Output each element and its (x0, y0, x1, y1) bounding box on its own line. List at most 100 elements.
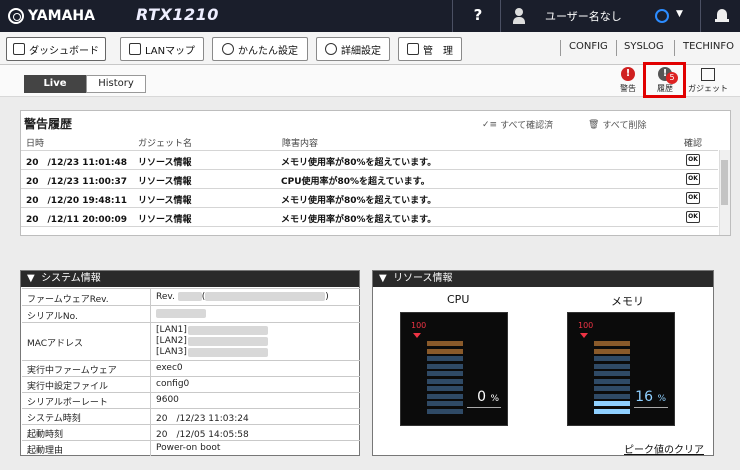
system-row: シリアルボーレート 9600 (22, 392, 360, 408)
system-row: 実行中ファームウェア exec0 (22, 360, 360, 376)
warning-label: 警告 (620, 84, 636, 93)
cpu-value-underline (467, 407, 501, 408)
tab-easy-setup[interactable]: かんたん設定 (212, 37, 308, 61)
gauge-segment (594, 356, 630, 361)
alert-gadget: リソース情報 (138, 177, 192, 187)
gadget-icon (701, 68, 715, 81)
system-row-label: MACアドレス (27, 339, 84, 349)
alert-date: 20 /12/11 20:00:09 (26, 215, 128, 225)
alert-gadget: リソース情報 (138, 158, 192, 168)
system-row-value: exec0 (156, 363, 183, 373)
confirm-ok-button[interactable]: OK (686, 211, 700, 223)
alert-message: メモリ使用率が80%を超えています。 (281, 196, 437, 206)
gauge-segment (427, 348, 463, 354)
alert-message: CPU使用率が80%を超えています。 (281, 177, 430, 187)
help-button[interactable]: ? (466, 6, 490, 26)
gauge-segment (427, 393, 463, 399)
system-row: ファームウェアRev. Rev. () (22, 288, 360, 305)
column-header-confirm: 確認 (684, 139, 703, 149)
system-row-label: システム時刻 (27, 414, 81, 424)
gauge-segment (427, 401, 463, 406)
model-name: RTX1210 (136, 5, 219, 24)
peak-clear-link[interactable]: ピーク値のクリア (624, 441, 704, 456)
column-header-gadget: ガジェット名 (138, 139, 193, 149)
collapse-triangle-icon[interactable]: ▼ (27, 273, 35, 284)
memory-max-label: 100 (578, 321, 594, 330)
alerts-title: 警告履歴 (24, 117, 73, 131)
column-divider (150, 323, 151, 360)
system-row-value: 20 /12/05 14:05:58 (156, 430, 249, 440)
system-row: 実行中設定ファイル config0 (22, 376, 360, 392)
gauge-segment (594, 386, 630, 391)
user-icon[interactable] (512, 8, 526, 24)
delete-all-button[interactable]: 🗑 すべて削除 (588, 118, 647, 132)
cpu-gauge: 100 0 % (400, 312, 508, 426)
tab-label: 管 理 (423, 45, 453, 57)
gadget-button[interactable]: ガジェット (688, 67, 728, 95)
gauge-segment (594, 341, 630, 346)
tab-label: ダッシュボード (29, 45, 99, 57)
alert-date: 20 /12/20 19:48:11 (26, 196, 128, 206)
system-row-value: 9600 (156, 395, 179, 405)
tab-management[interactable]: 管 理 (398, 37, 462, 61)
confirm-ok-button[interactable]: OK (686, 173, 700, 185)
cpu-label: CPU (447, 293, 470, 306)
cpu-unit: % (490, 394, 499, 404)
confirm-ok-button[interactable]: OK (686, 192, 700, 204)
link-divider (674, 40, 675, 56)
system-row-value (156, 309, 206, 319)
cpu-value-number: 0 (477, 389, 486, 405)
firmware-rev-text: Rev. (156, 292, 175, 302)
techinfo-link[interactable]: TECHINFO (683, 41, 734, 52)
confirm-ok-button[interactable]: OK (686, 154, 700, 166)
system-row-label: 起動時刻 (27, 430, 64, 440)
gauge-segment (427, 386, 463, 391)
alerts-scroll-thumb[interactable] (721, 160, 728, 205)
column-divider (150, 425, 151, 440)
gauge-segment (427, 363, 463, 369)
yamaha-mark-icon (8, 8, 24, 24)
user-name[interactable]: ユーザー名なし (545, 8, 622, 24)
warning-button[interactable]: ! 警告 (610, 67, 646, 95)
syslog-link[interactable]: SYSLOG (624, 41, 664, 52)
system-row-label: 実行中ファームウェア (27, 366, 117, 376)
tab-advanced-settings[interactable]: 詳細設定 (316, 37, 390, 61)
tab-dashboard[interactable]: ダッシュボード (6, 37, 106, 61)
system-info-title: システム情報 (41, 273, 101, 284)
history-tab[interactable]: History (86, 75, 146, 93)
system-row-label: ファームウェアRev. (27, 295, 109, 305)
system-row-value: Rev. () (156, 292, 329, 302)
redacted-value (205, 292, 326, 301)
system-row-value: 20 /12/23 11:03:24 (156, 414, 249, 424)
yamaha-logo: YAMAHA (8, 6, 98, 26)
alert-date: 20 /12/23 11:00:37 (26, 177, 128, 187)
column-header-message: 障害内容 (282, 139, 319, 149)
memory-unit: % (657, 394, 666, 404)
system-row-label: 実行中設定ファイル (27, 382, 109, 392)
system-row-value: config0 (156, 379, 190, 389)
tab-lan-map[interactable]: LANマップ (120, 37, 204, 61)
topbar-divider (452, 0, 453, 32)
chevron-down-icon[interactable]: ▼ (676, 9, 683, 19)
delete-all-label: すべて削除 (602, 121, 647, 131)
system-row: システム時刻 20 /12/23 11:03:24 (22, 408, 360, 424)
redacted-value (188, 337, 268, 346)
live-tab[interactable]: Live (24, 75, 86, 93)
confirm-all-button[interactable]: ✓≡ すべて確認済 (482, 118, 553, 132)
system-row: MACアドレス [LAN1] [LAN2] [LAN3] (22, 322, 360, 360)
bell-icon[interactable] (715, 7, 729, 25)
cpu-level-bars (427, 341, 463, 417)
config-link[interactable]: CONFIG (569, 41, 608, 52)
gauge-segment (427, 408, 463, 414)
memory-value-underline (634, 407, 668, 408)
memory-gauge: 100 16 % (567, 312, 675, 426)
topbar-divider (500, 0, 501, 32)
status-indicator-icon[interactable] (655, 9, 669, 23)
wand-icon (222, 43, 234, 55)
gauge-segment (427, 341, 463, 346)
gear-icon (325, 43, 337, 55)
alert-gadget: リソース情報 (138, 196, 192, 206)
collapse-triangle-icon[interactable]: ▼ (379, 273, 387, 284)
column-divider (150, 306, 151, 322)
system-row-label: 起動理由 (27, 446, 64, 456)
